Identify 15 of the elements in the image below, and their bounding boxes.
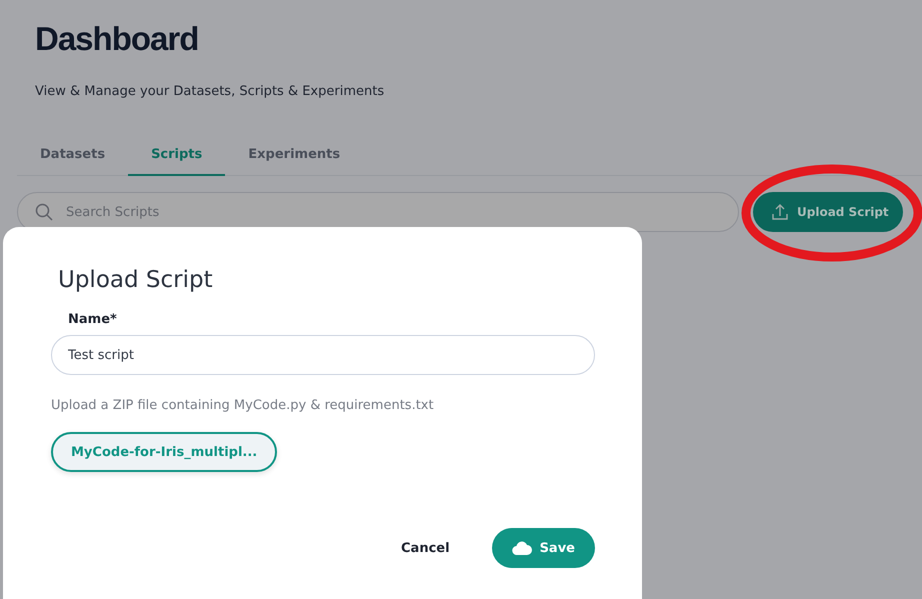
upload-icon (771, 203, 789, 221)
tab[interactable]: Datasets (17, 137, 128, 176)
page-subtitle: View & Manage your Datasets, Scripts & Experiments (35, 84, 386, 99)
tab[interactable]: Scripts (128, 137, 226, 176)
tab[interactable]: Experiments (225, 137, 364, 176)
name-label: Name* (68, 312, 118, 327)
name-input[interactable]: Test script (51, 335, 595, 375)
dialog-title: Upload Script (58, 267, 214, 293)
save-button[interactable]: Save (492, 528, 595, 568)
cloud-icon (512, 541, 532, 555)
upload-script-button[interactable]: Upload Script (753, 192, 903, 232)
upload-hint: Upload a ZIP file containing MyCode.py & requirements.txt (51, 398, 435, 413)
cancel-button[interactable]: Cancel (395, 540, 456, 556)
page-title: Dashboard (35, 19, 200, 59)
file-button[interactable]: MyCode-for-Iris_multipl... (51, 432, 278, 472)
